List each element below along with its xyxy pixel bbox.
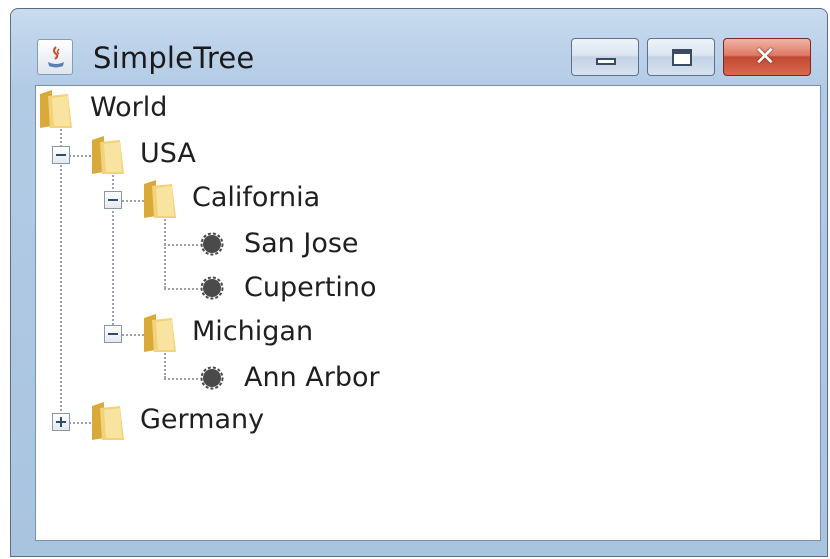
app-window: SimpleTree ✕ World USA California San Jo… [10,8,828,557]
tree-node-california[interactable]: California [142,178,382,218]
tree-connector [164,244,198,246]
tree-node-label: California [192,182,321,213]
window-title: SimpleTree [93,41,255,75]
expand-toggle-germany[interactable] [52,413,70,431]
collapse-toggle-usa[interactable] [52,146,70,164]
tree-node-san-jose[interactable]: San Jose [198,224,418,264]
tree-connector [164,378,198,380]
collapse-toggle-michigan[interactable] [104,325,122,343]
tree-connector [164,216,166,288]
leaf-bullet-icon [200,232,224,256]
folder-icon [144,314,176,352]
tree-connector [164,288,198,290]
close-button[interactable]: ✕ [723,38,811,76]
folder-icon [40,90,72,128]
folder-icon [144,180,176,218]
tree-node-michigan[interactable]: Michigan [142,312,362,352]
tree-node-germany[interactable]: Germany [90,400,310,440]
folder-icon [92,136,124,174]
maximize-button[interactable] [647,38,715,76]
tree-panel[interactable]: World USA California San Jose Cupertino … [35,85,821,541]
tree-node-ann-arbor[interactable]: Ann Arbor [198,358,418,398]
leaf-bullet-icon [200,276,224,300]
minimize-button[interactable] [571,38,639,76]
tree-node-label: USA [140,138,196,169]
maximize-icon [672,49,692,66]
tree-node-world[interactable]: World [38,88,238,128]
tree-node-label: San Jose [244,228,359,259]
tree-node-label: Michigan [192,316,314,347]
minimize-icon [596,58,616,65]
collapse-toggle-california[interactable] [104,191,122,209]
tree-node-label: Germany [140,404,265,435]
title-bar[interactable]: SimpleTree ✕ [11,9,827,85]
tree-node-label: World [90,92,168,123]
tree-node-usa[interactable]: USA [90,134,290,174]
folder-icon [92,402,124,440]
tree-node-label: Cupertino [244,272,377,303]
tree-node-label: Ann Arbor [244,362,380,393]
tree-connector [60,126,62,426]
java-app-icon[interactable] [37,39,73,75]
leaf-bullet-icon [200,366,224,390]
tree-connector [164,350,166,378]
tree-node-cupertino[interactable]: Cupertino [198,268,418,308]
close-icon: ✕ [754,42,776,72]
